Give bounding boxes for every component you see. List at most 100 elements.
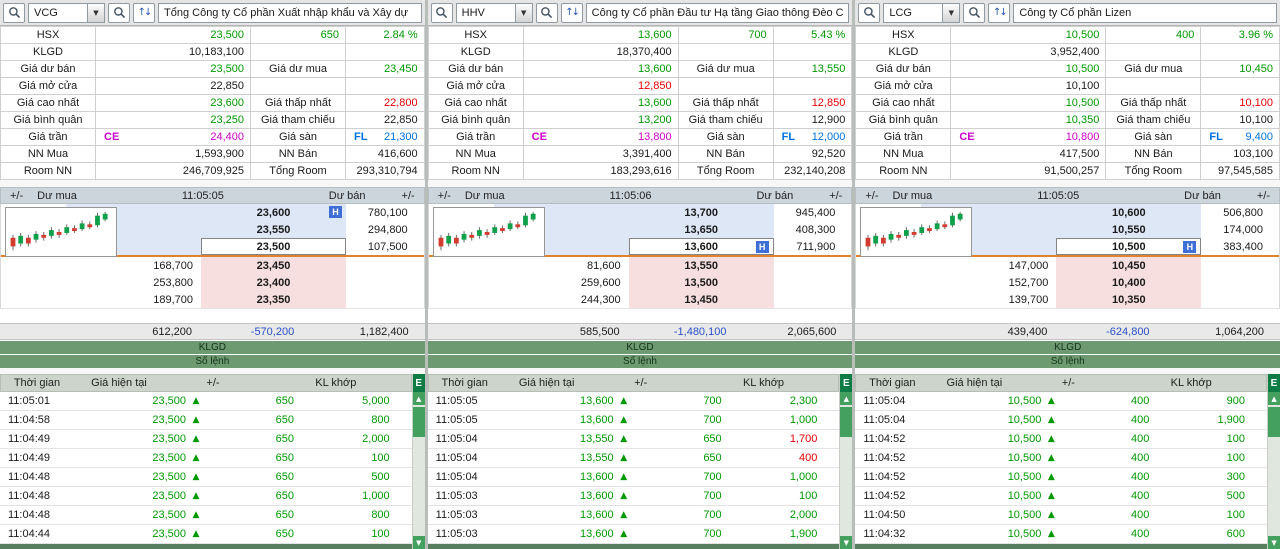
total-bid-volume: 439,400 xyxy=(1007,325,1048,338)
e-button[interactable]: E xyxy=(412,374,425,392)
ask-price: 10,600 xyxy=(1112,206,1146,219)
bid-price-cell[interactable]: 10,350 xyxy=(1056,291,1202,308)
trade-change: 700 xyxy=(703,414,722,426)
bid-price-cell[interactable]: 23,350 xyxy=(201,291,346,308)
scroll-down-icon[interactable]: ▼ xyxy=(1268,536,1280,549)
book-spacer xyxy=(0,308,425,323)
search-icon xyxy=(863,7,876,19)
search-button[interactable] xyxy=(963,2,986,23)
bid-price-cell[interactable]: 13,550 xyxy=(628,257,774,274)
symbol-search-button[interactable] xyxy=(430,2,453,23)
bid-volume: 139,700 xyxy=(1008,293,1049,306)
bid-row[interactable]: 253,800 23,400 xyxy=(1,274,424,291)
open-price: 22,850 xyxy=(96,78,251,95)
trade-volume: 100 xyxy=(1226,452,1246,464)
so-lenh-section-bar[interactable]: Số lệnh xyxy=(427,355,853,368)
trade-change: 700 xyxy=(703,509,722,521)
high-badge: H xyxy=(755,241,769,253)
trade-time: 11:04:48 xyxy=(8,509,51,521)
ask-price-cell[interactable]: 13,700 H xyxy=(628,204,774,221)
ask-price-cell[interactable]: 10,550 H xyxy=(1056,221,1202,238)
scrollbar-track[interactable] xyxy=(1268,437,1280,536)
bid-price-cell[interactable]: 23,400 xyxy=(201,274,346,291)
scrollbar-thumb[interactable] xyxy=(412,407,425,437)
ask-price-cell[interactable]: 13,600 H xyxy=(628,238,774,255)
e-button[interactable]: E xyxy=(1268,374,1280,392)
symbol-code-input[interactable]: LCG xyxy=(883,2,944,23)
bid-row[interactable]: 81,600 13,550 xyxy=(429,257,852,274)
symbol-combo[interactable]: LCG ▼ xyxy=(883,2,961,23)
info-label-du-ban: Giá dư bán xyxy=(1,61,96,78)
scrollbar-thumb[interactable] xyxy=(1268,407,1280,437)
bid-row[interactable]: 147,000 10,450 xyxy=(856,257,1279,274)
ask-price-cell[interactable]: 13,650 H xyxy=(628,221,774,238)
scrollbar-track[interactable] xyxy=(413,437,425,536)
ask-volume: 711,900 xyxy=(796,240,836,253)
bid-row[interactable]: 139,700 10,350 xyxy=(856,291,1279,308)
trade-scrollbar[interactable]: E ▲ ▼ xyxy=(839,374,853,549)
bid-volume: 189,700 xyxy=(153,293,193,306)
bid-remain-price: 10,450 xyxy=(1201,61,1280,78)
candlestick-chart-thumbnail[interactable] xyxy=(5,207,117,257)
e-button[interactable]: E xyxy=(840,374,853,392)
bid-row[interactable]: 189,700 23,350 xyxy=(1,291,424,308)
info-label-thap-nhat: Giá thấp nhất xyxy=(251,95,346,112)
scroll-up-icon[interactable]: ▲ xyxy=(412,392,425,405)
scroll-up-icon[interactable]: ▲ xyxy=(840,392,853,405)
ask-price-cell[interactable]: 23,550 H xyxy=(201,221,346,238)
trade-scrollbar[interactable]: E ▲ ▼ xyxy=(411,374,425,549)
trade-volume: 300 xyxy=(1226,471,1246,483)
bid-row[interactable]: 244,300 13,450 xyxy=(429,291,852,308)
klgd-section-bar[interactable]: KLGD xyxy=(0,341,425,354)
symbol-search-button[interactable] xyxy=(3,2,25,23)
bid-price-cell[interactable]: 13,500 xyxy=(628,274,774,291)
bid-row[interactable]: 259,600 13,500 xyxy=(429,274,852,291)
scrollbar-thumb[interactable] xyxy=(840,407,853,437)
bid-row[interactable]: 168,700 23,450 xyxy=(1,257,424,274)
bid-price-cell[interactable]: 10,450 xyxy=(1056,257,1202,274)
swap-view-button[interactable]: ↑↓ xyxy=(988,2,1011,23)
scroll-down-icon[interactable]: ▼ xyxy=(840,536,853,549)
scrollbar-track[interactable] xyxy=(840,437,852,536)
candlestick-chart-thumbnail[interactable] xyxy=(860,207,973,257)
up-down-arrows-icon: ↑↓ xyxy=(137,7,153,18)
bid-price-cell[interactable]: 23,450 xyxy=(201,257,346,274)
plus-minus-header: +/- xyxy=(865,189,879,202)
so-lenh-section-bar[interactable]: Số lệnh xyxy=(855,355,1280,368)
chevron-down-icon[interactable]: ▼ xyxy=(515,2,533,23)
symbol-search-button[interactable] xyxy=(858,2,881,23)
ask-price-cell[interactable]: 23,600 H xyxy=(201,204,346,221)
so-lenh-section-bar[interactable]: Số lệnh xyxy=(0,355,425,368)
klgd-section-bar[interactable]: KLGD xyxy=(855,341,1280,354)
empty-cell xyxy=(346,44,425,61)
candlestick-chart-thumbnail[interactable] xyxy=(432,207,545,257)
trade-change: 650 xyxy=(275,452,294,464)
symbol-code-input[interactable]: HHV xyxy=(455,2,516,23)
symbol-combo[interactable]: VCG ▼ xyxy=(28,2,105,23)
trade-scrollbar[interactable]: E ▲ ▼ xyxy=(1267,374,1280,549)
symbol-combo[interactable]: HHV ▼ xyxy=(455,2,533,23)
search-button[interactable] xyxy=(535,2,558,23)
swap-view-button[interactable]: ↑↓ xyxy=(560,2,583,23)
bid-askvol-cell xyxy=(774,257,852,274)
ask-price-cell[interactable]: 10,600 H xyxy=(1056,204,1202,221)
trade-price: 10,500 xyxy=(1007,490,1042,502)
bid-price-cell[interactable]: 13,450 xyxy=(628,291,774,308)
scroll-down-icon[interactable]: ▼ xyxy=(412,536,425,549)
chevron-down-icon[interactable]: ▼ xyxy=(943,2,961,23)
bid-row[interactable]: 152,700 10,400 xyxy=(856,274,1279,291)
symbol-code-input[interactable]: VCG xyxy=(28,2,88,23)
ask-price-cell[interactable]: 10,500 H xyxy=(1056,238,1202,255)
ask-volume: 294,800 xyxy=(367,223,408,236)
ask-price-cell[interactable]: 23,500 H xyxy=(201,238,346,255)
chevron-down-icon[interactable]: ▼ xyxy=(88,2,105,23)
klgd-section-bar[interactable]: KLGD xyxy=(427,341,853,354)
trade-price: 23,500 xyxy=(152,452,186,464)
info-label-room-nn: Room NN xyxy=(856,163,952,180)
scroll-up-icon[interactable]: ▲ xyxy=(1268,392,1280,405)
up-down-arrows-icon: ↑↓ xyxy=(565,7,580,18)
bid-price-cell[interactable]: 10,400 xyxy=(1056,274,1202,291)
search-button[interactable] xyxy=(108,2,130,23)
up-arrow-icon: ▲ xyxy=(1047,491,1055,501)
swap-view-button[interactable]: ↑↓ xyxy=(133,2,155,23)
